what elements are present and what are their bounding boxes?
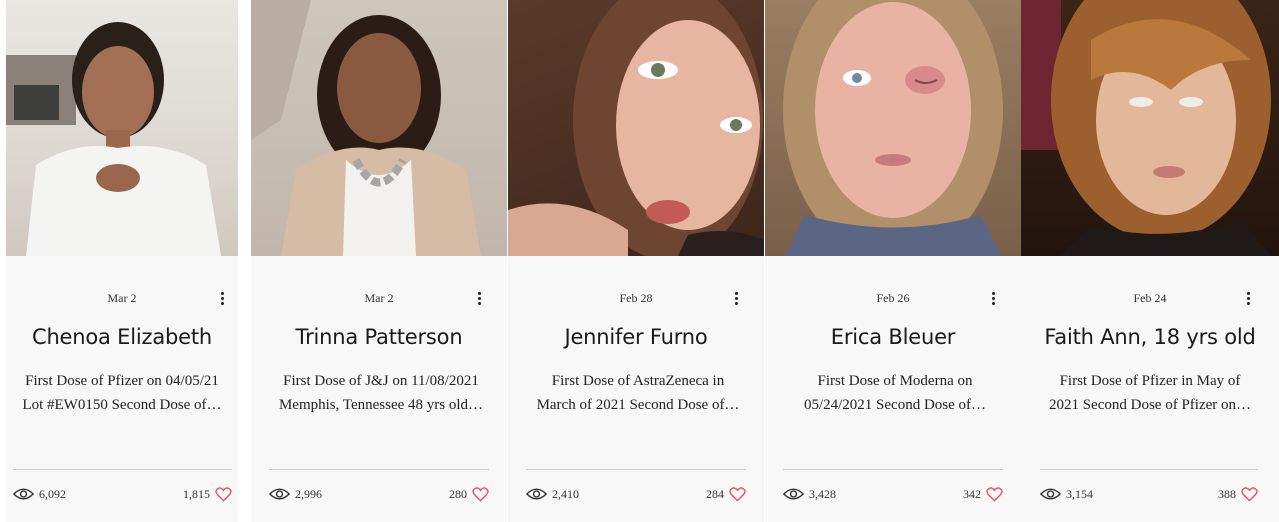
post-date: Mar 2 bbox=[107, 291, 137, 305]
post-excerpt-line: 2021 Second Dose of Pfizer on… bbox=[1048, 397, 1252, 413]
post-date: Feb 26 bbox=[876, 291, 910, 305]
card-divider bbox=[783, 469, 1003, 470]
post-date: Mar 2 bbox=[364, 291, 394, 305]
card-divider bbox=[526, 469, 746, 470]
post-excerpt[interactable]: First Dose of J&J on 11/08/2021 Memphis,… bbox=[269, 369, 493, 417]
like-button[interactable]: 342 bbox=[963, 485, 1003, 503]
like-count-value: 388 bbox=[1218, 486, 1236, 501]
heart-icon[interactable] bbox=[215, 486, 232, 502]
like-count-value: 342 bbox=[963, 486, 981, 501]
post-grid: Mar 2 Chenoa Elizabeth First Dose of Pfi… bbox=[0, 0, 1279, 522]
post-card[interactable]: Feb 24 Faith Ann, 18 yrs old First Dose … bbox=[1021, 0, 1279, 522]
card-divider bbox=[13, 469, 232, 470]
heart-icon[interactable] bbox=[986, 486, 1003, 502]
eye-icon bbox=[13, 488, 34, 500]
post-excerpt-line: First Dose of J&J on 11/08/2021 bbox=[283, 373, 479, 389]
view-count-value: 6,092 bbox=[39, 486, 66, 501]
post-title[interactable]: Erica Bleuer bbox=[765, 325, 1021, 349]
heart-icon[interactable] bbox=[472, 486, 489, 502]
like-button[interactable]: 388 bbox=[1218, 485, 1258, 503]
view-count-value: 3,154 bbox=[1066, 486, 1093, 501]
post-title[interactable]: Trinna Patterson bbox=[251, 325, 507, 349]
post-title[interactable]: Chenoa Elizabeth bbox=[6, 325, 238, 349]
heart-icon[interactable] bbox=[729, 486, 746, 502]
view-count-value: 2,996 bbox=[295, 486, 322, 501]
view-count: 2,996 bbox=[269, 485, 322, 503]
view-count: 2,410 bbox=[526, 485, 579, 503]
post-photo[interactable] bbox=[6, 0, 238, 256]
view-count: 3,154 bbox=[1040, 485, 1093, 503]
post-excerpt-line: First Dose of AstraZeneca in bbox=[551, 373, 725, 389]
post-photo[interactable] bbox=[1021, 0, 1279, 256]
post-photo[interactable] bbox=[508, 0, 764, 256]
post-excerpt-line: March of 2021 Second Dose of… bbox=[536, 397, 740, 413]
post-excerpt-line: Lot #EW0150 Second Dose of… bbox=[22, 397, 222, 413]
post-excerpt[interactable]: First Dose of AstraZeneca in March of 20… bbox=[526, 369, 750, 417]
card-divider bbox=[1040, 469, 1258, 470]
post-card[interactable]: Mar 2 Trinna Patterson First Dose of J&J… bbox=[251, 0, 507, 522]
post-title[interactable]: Jennifer Furno bbox=[508, 325, 764, 349]
more-options-icon[interactable] bbox=[729, 290, 743, 312]
heart-icon[interactable] bbox=[1241, 486, 1258, 502]
view-count-value: 2,410 bbox=[552, 486, 579, 501]
post-title[interactable]: Faith Ann, 18 yrs old bbox=[1021, 325, 1279, 349]
post-date: Feb 28 bbox=[619, 291, 653, 305]
like-count-value: 280 bbox=[449, 486, 467, 501]
post-excerpt[interactable]: First Dose of Pfizer on 04/05/21 Lot #EW… bbox=[14, 369, 230, 417]
view-count: 6,092 bbox=[13, 485, 66, 503]
post-photo[interactable] bbox=[251, 0, 507, 256]
post-card[interactable]: Mar 2 Chenoa Elizabeth First Dose of Pfi… bbox=[6, 0, 238, 522]
post-excerpt[interactable]: First Dose of Pfizer in May of 2021 Seco… bbox=[1039, 369, 1261, 417]
like-count-value: 1,815 bbox=[183, 486, 210, 501]
more-options-icon[interactable] bbox=[986, 290, 1000, 312]
post-excerpt-line: First Dose of Pfizer in May of bbox=[1059, 373, 1241, 389]
like-button[interactable]: 1,815 bbox=[183, 485, 232, 503]
view-count-value: 3,428 bbox=[809, 486, 836, 501]
eye-icon bbox=[269, 488, 290, 500]
view-count: 3,428 bbox=[783, 485, 836, 503]
post-excerpt[interactable]: First Dose of Moderna on 05/24/2021 Seco… bbox=[783, 369, 1007, 417]
eye-icon bbox=[526, 488, 547, 500]
more-options-icon[interactable] bbox=[215, 290, 229, 312]
more-options-icon[interactable] bbox=[472, 290, 486, 312]
eye-icon bbox=[1040, 488, 1061, 500]
post-excerpt-line: First Dose of Moderna on bbox=[817, 373, 973, 389]
card-divider bbox=[269, 469, 489, 470]
post-excerpt-line: First Dose of Pfizer on 04/05/21 bbox=[25, 373, 219, 389]
like-button[interactable]: 280 bbox=[449, 485, 489, 503]
post-card[interactable]: Feb 26 Erica Bleuer First Dose of Modern… bbox=[765, 0, 1021, 522]
post-card[interactable]: Feb 28 Jennifer Furno First Dose of Astr… bbox=[508, 0, 764, 522]
like-button[interactable]: 284 bbox=[706, 485, 746, 503]
post-photo[interactable] bbox=[765, 0, 1021, 256]
post-excerpt-line: Memphis, Tennessee 48 yrs old… bbox=[278, 397, 484, 413]
more-options-icon[interactable] bbox=[1241, 290, 1255, 312]
like-count-value: 284 bbox=[706, 486, 724, 501]
eye-icon bbox=[783, 488, 804, 500]
post-excerpt-line: 05/24/2021 Second Dose of… bbox=[803, 397, 987, 413]
